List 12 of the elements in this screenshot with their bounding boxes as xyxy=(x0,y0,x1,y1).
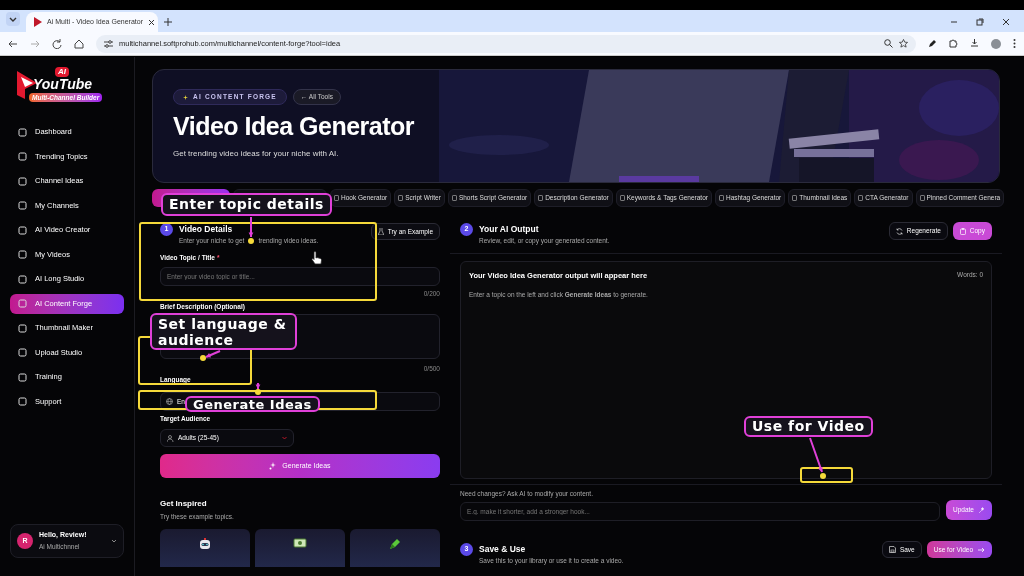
callout-tooltip: Generate Ideas xyxy=(185,396,320,412)
callout-tooltip: Use for Video xyxy=(744,416,873,437)
callout-tooltip: Set language & audience xyxy=(150,313,297,350)
page-subtitle: Get trending video ideas for your niche with AI. xyxy=(173,148,339,160)
section-title: Save & Use xyxy=(479,543,526,555)
logo-text: YouTube xyxy=(33,76,93,92)
section-title: Your AI Output xyxy=(479,223,539,235)
section-title: Get Inspired xyxy=(160,499,207,509)
logo-badge: AI xyxy=(55,67,69,77)
page-title: Video Idea Generator xyxy=(173,111,414,141)
callout-tooltip: Enter topic details xyxy=(161,193,332,216)
section-title: Video Details xyxy=(179,223,233,235)
